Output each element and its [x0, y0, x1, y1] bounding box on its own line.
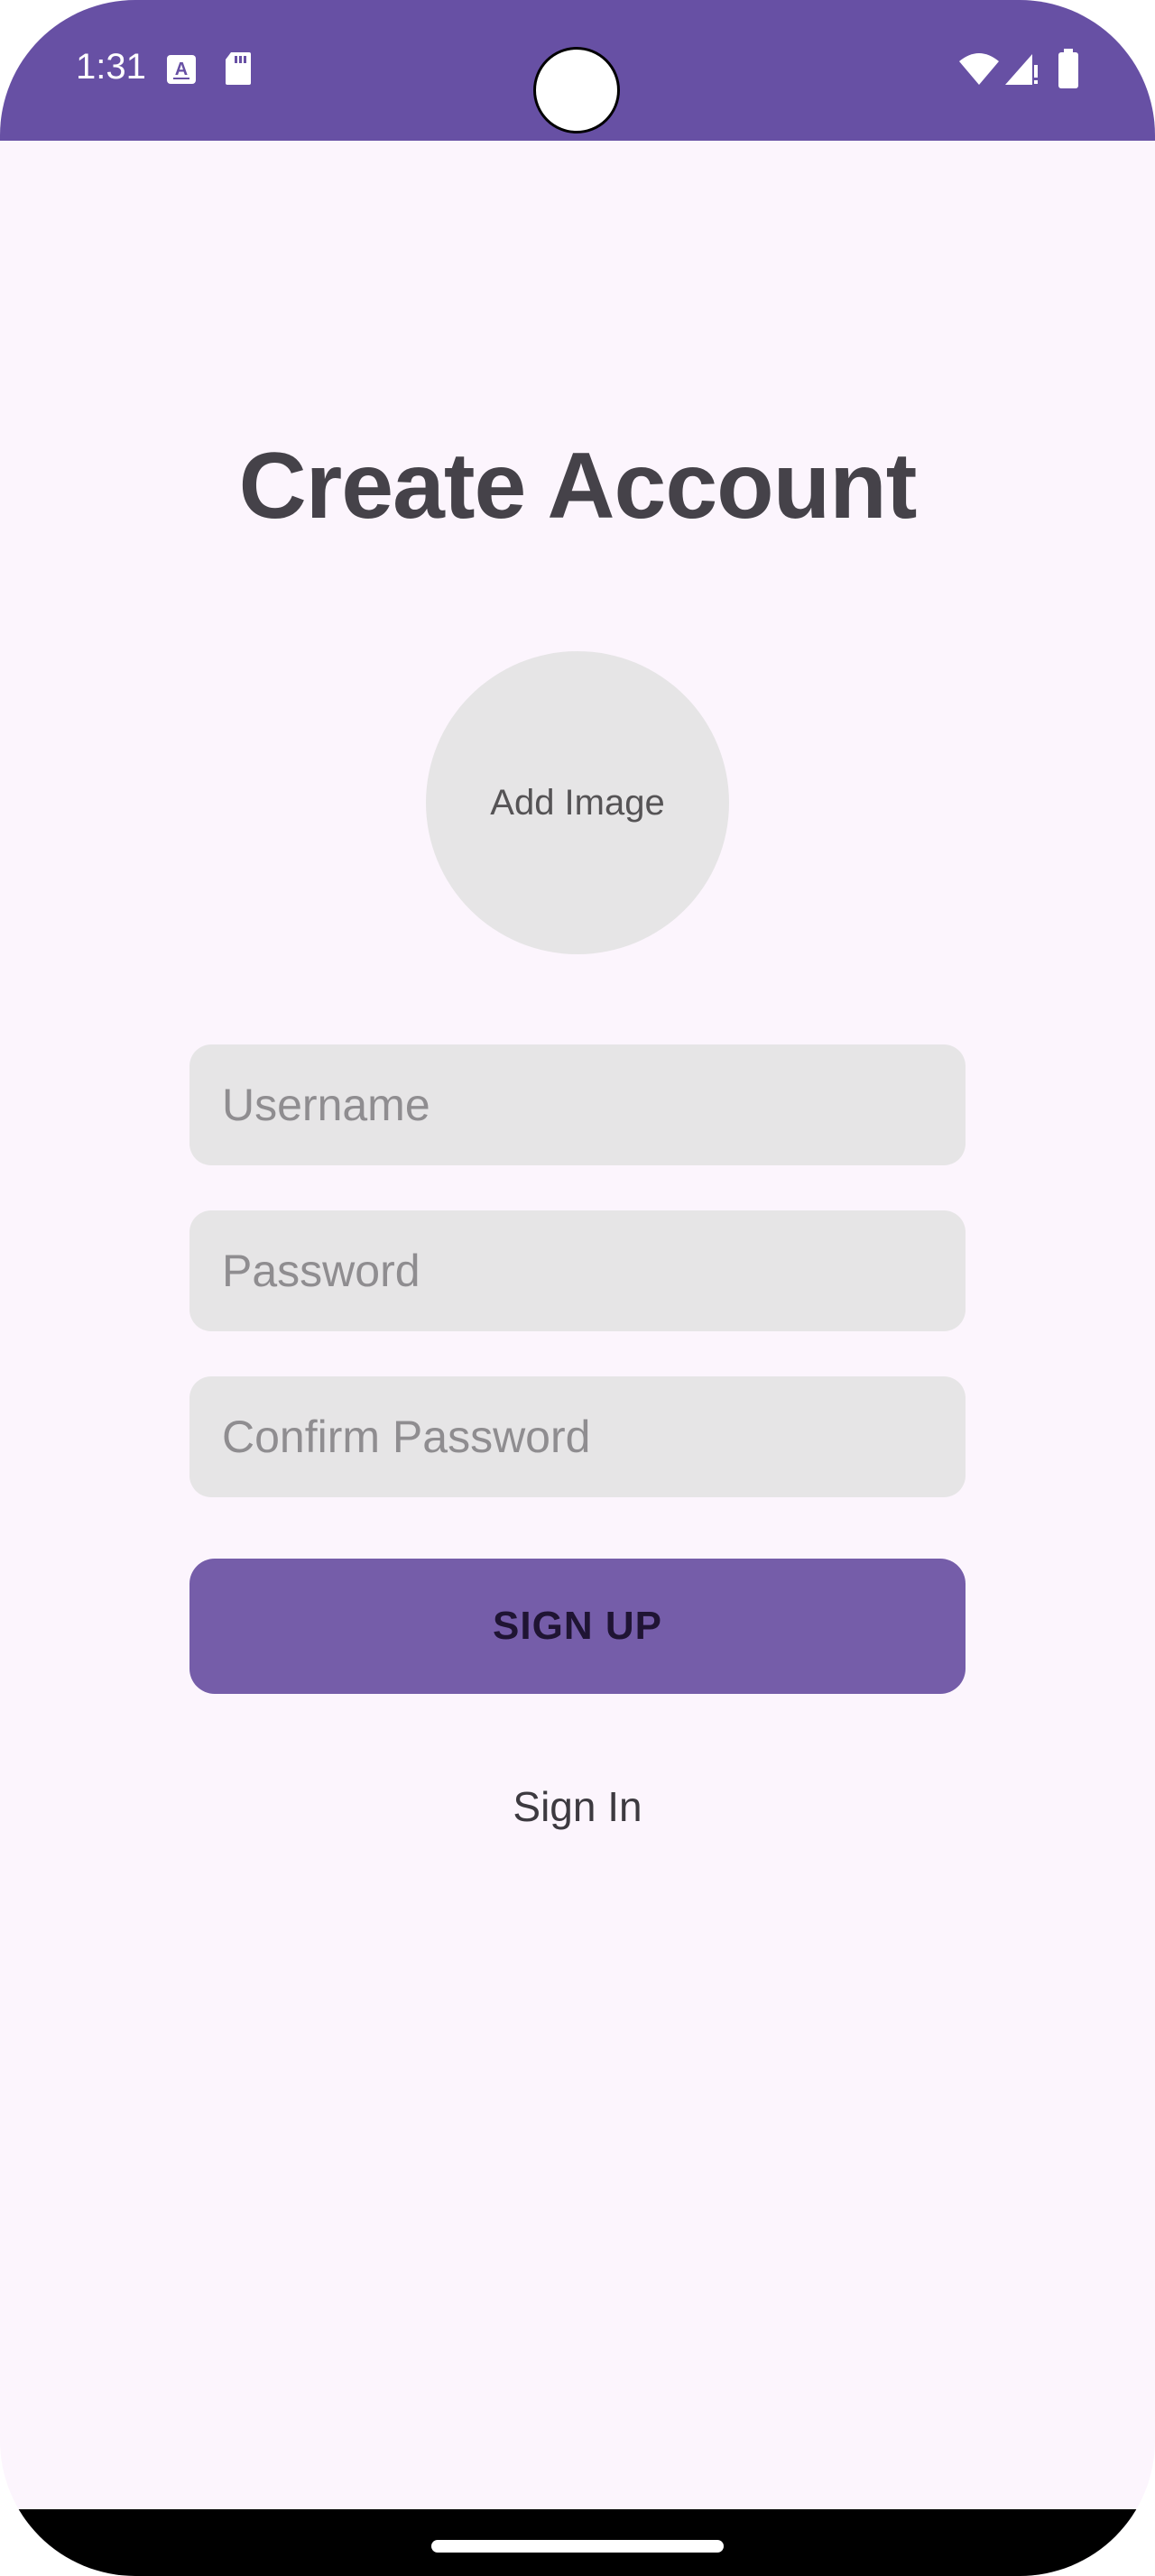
password-input[interactable] [189, 1210, 966, 1331]
wifi-icon [958, 52, 1000, 91]
sign-in-link[interactable]: Sign In [0, 1782, 1155, 1831]
camera-cutout [533, 47, 620, 133]
add-image-label: Add Image [490, 782, 665, 823]
add-image-button[interactable]: Add Image [426, 651, 729, 954]
cellular-signal-icon [1003, 51, 1040, 91]
sd-card-icon [224, 51, 253, 91]
page-title: Create Account [238, 434, 918, 538]
home-handle[interactable] [431, 2540, 724, 2553]
svg-text:A: A [175, 60, 188, 79]
a11y-font-icon: A [166, 54, 197, 89]
status-time: 1:31 [76, 47, 146, 87]
sign-up-button[interactable]: SIGN UP [189, 1559, 966, 1694]
app-screen: 1:31 A Create Account Add Image Username… [0, 0, 1155, 2576]
confirm-password-input[interactable] [189, 1376, 966, 1497]
battery-icon [1058, 49, 1079, 93]
username-input[interactable] [189, 1044, 966, 1165]
